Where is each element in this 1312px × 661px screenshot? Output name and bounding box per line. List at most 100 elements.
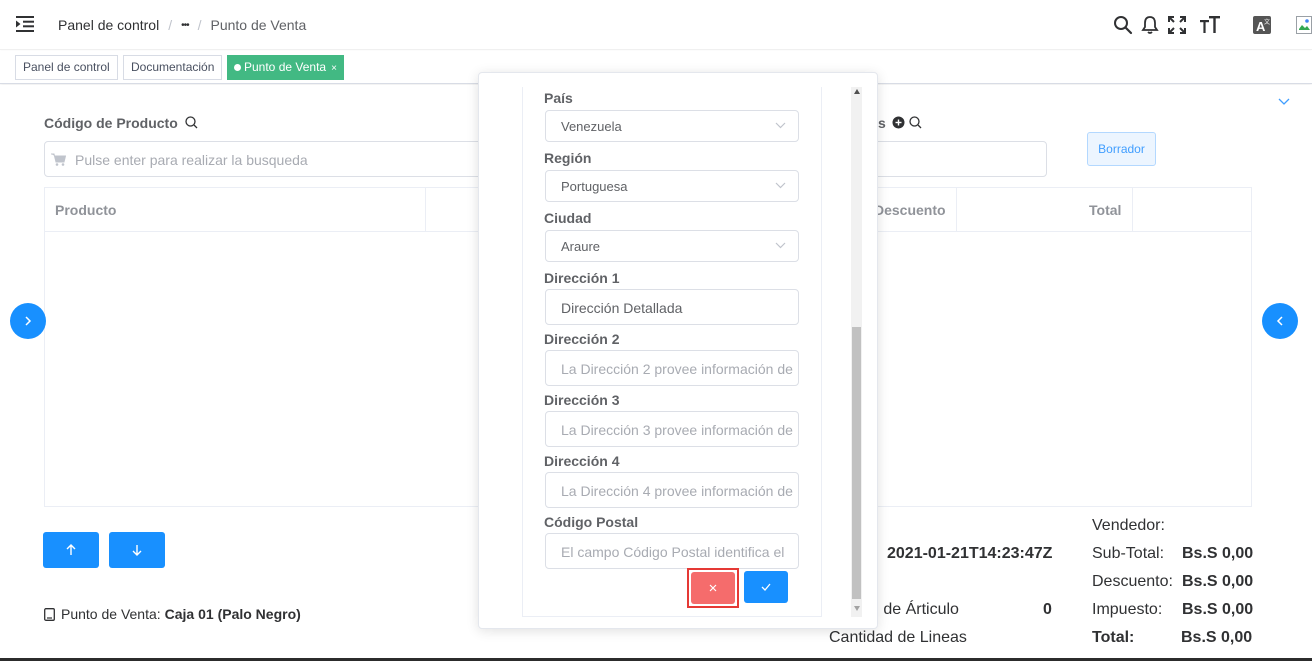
product-code-label: Código de Producto xyxy=(44,115,198,131)
modal-scrollbar[interactable] xyxy=(851,87,862,617)
chevron-down-icon[interactable] xyxy=(1278,98,1290,106)
product-search-input[interactable]: Pulse enter para realizar la busqueda xyxy=(44,141,484,177)
arrow-up-icon xyxy=(66,544,76,555)
address1-label: Dirección 1 xyxy=(544,270,620,286)
tag-punto-de-venta[interactable]: Punto de Venta × xyxy=(227,55,344,80)
translate-icon[interactable]: A文 xyxy=(1250,12,1274,38)
city-value: Araure xyxy=(561,239,601,254)
tag-label: Documentación xyxy=(131,60,215,74)
tag-label: Panel de control xyxy=(23,60,110,74)
address3-label: Dirección 3 xyxy=(544,392,620,408)
address2-input[interactable]: La Dirección 2 provee información de xyxy=(545,350,799,386)
total-label: Total: xyxy=(1092,629,1135,646)
add-circle-icon[interactable] xyxy=(892,116,905,129)
scroll-up-arrow-icon[interactable] xyxy=(854,89,860,94)
address3-placeholder: La Dirección 3 provee información de xyxy=(561,422,793,438)
breadcrumb-current: Punto de Venta xyxy=(210,17,307,33)
discount-label: Descuento: xyxy=(1092,573,1173,590)
chevron-right-icon xyxy=(25,316,32,326)
customer-label-text: s xyxy=(878,115,886,131)
close-icon xyxy=(709,584,717,592)
region-value: Portuguesa xyxy=(561,179,628,194)
address3-input[interactable]: La Dirección 3 provee información de xyxy=(545,411,799,447)
breadcrumb-home[interactable]: Panel de control xyxy=(58,17,159,33)
check-icon xyxy=(761,583,771,591)
product-search-placeholder: Pulse enter para realizar la busqueda xyxy=(75,152,308,168)
lines-quantity-label: Cantidad de Lineas xyxy=(829,629,967,646)
tag-documentacion[interactable]: Documentación xyxy=(123,55,223,80)
postal-code-input[interactable]: El campo Código Postal identifica el xyxy=(545,533,799,569)
column-header-total: Total xyxy=(1089,202,1122,218)
confirm-button[interactable] xyxy=(744,571,788,603)
fullscreen-icon[interactable] xyxy=(1165,12,1189,38)
arrow-down-icon xyxy=(132,545,142,556)
breadcrumb-ellipsis[interactable]: ••• xyxy=(181,20,189,31)
move-down-button[interactable] xyxy=(109,532,165,568)
chevron-left-icon xyxy=(1276,316,1283,326)
move-up-button[interactable] xyxy=(43,532,99,568)
pos-terminal-info: Punto de Venta: Caja 01 (Palo Negro) xyxy=(44,606,301,622)
cart-icon xyxy=(51,153,66,166)
subtotal-value: Bs.S 0,00 xyxy=(1182,545,1254,562)
item-quantity-value: 0 xyxy=(1043,601,1052,618)
close-icon[interactable]: × xyxy=(331,63,337,74)
customer-label: s xyxy=(878,115,922,131)
region-label: Región xyxy=(544,150,592,166)
svg-text:文: 文 xyxy=(1264,18,1270,26)
pos-value: Caja 01 (Palo Negro) xyxy=(164,606,301,622)
product-code-label-text: Código de Producto xyxy=(44,115,178,131)
address4-placeholder: La Dirección 4 provee información de xyxy=(561,483,793,499)
order-timestamp: 2021-01-21T14:23:47Z xyxy=(887,545,1053,562)
item-quantity-label: d de Árticulo xyxy=(870,601,959,618)
cancel-button[interactable] xyxy=(691,572,735,604)
total-value: Bs.S 0,00 xyxy=(1181,629,1253,646)
country-select[interactable]: Venezuela xyxy=(545,110,799,142)
seller-label: Vendedor: xyxy=(1092,517,1165,534)
address4-input[interactable]: La Dirección 4 provee información de xyxy=(545,472,799,508)
address2-placeholder: La Dirección 2 provee información de xyxy=(561,361,793,377)
bell-icon[interactable] xyxy=(1138,12,1162,38)
search-icon[interactable] xyxy=(185,116,198,129)
tax-label: Impuesto: xyxy=(1092,601,1163,618)
chevron-down-icon xyxy=(775,242,786,249)
country-value: Venezuela xyxy=(561,119,622,134)
address1-value: Dirección Detallada xyxy=(561,300,683,316)
breadcrumb-separator: / xyxy=(168,17,173,33)
cancel-button-highlight xyxy=(687,568,739,608)
tablet-icon xyxy=(44,607,55,621)
draft-button[interactable]: Borrador xyxy=(1087,132,1156,166)
column-header-product: Producto xyxy=(55,202,117,218)
discount-value: Bs.S 0,00 xyxy=(1182,573,1254,590)
expand-left-panel-button[interactable] xyxy=(10,303,46,339)
address4-label: Dirección 4 xyxy=(544,453,620,469)
scroll-thumb[interactable] xyxy=(852,327,861,599)
text-size-icon[interactable] xyxy=(1198,12,1222,38)
country-label: País xyxy=(544,90,573,106)
scroll-down-arrow-icon[interactable] xyxy=(854,606,860,611)
region-select[interactable]: Portuguesa xyxy=(545,170,799,202)
address1-input[interactable]: Dirección Detallada xyxy=(545,289,799,325)
city-label: Ciudad xyxy=(544,210,592,226)
top-navbar: Panel de control / ••• / Punto de Venta … xyxy=(0,0,1312,50)
chevron-down-icon xyxy=(775,182,786,189)
breadcrumb-separator: / xyxy=(197,17,202,33)
hamburger-icon[interactable] xyxy=(16,16,34,32)
search-icon[interactable] xyxy=(1111,12,1135,38)
column-header-discount: Descuento xyxy=(874,202,946,218)
address-popover: País Venezuela Región Portuguesa Ciudad … xyxy=(478,72,878,629)
breadcrumb: Panel de control / ••• / Punto de Venta xyxy=(58,17,306,33)
subtotal-label: Sub-Total: xyxy=(1092,545,1165,562)
tag-label: Punto de Venta xyxy=(244,60,327,74)
postal-code-placeholder: El campo Código Postal identifica el xyxy=(561,544,785,560)
postal-code-label: Código Postal xyxy=(544,514,639,530)
active-dot-icon xyxy=(234,64,241,71)
pos-label: Punto de Venta: xyxy=(61,606,161,622)
customer-input[interactable] xyxy=(860,141,1047,177)
tag-panel-de-control[interactable]: Panel de control xyxy=(15,55,118,80)
expand-right-panel-button[interactable] xyxy=(1262,303,1298,339)
search-icon[interactable] xyxy=(908,116,922,129)
city-select[interactable]: Araure xyxy=(545,230,799,262)
tax-value: Bs.S 0,00 xyxy=(1182,601,1254,618)
avatar-image[interactable] xyxy=(1292,12,1312,38)
chevron-down-icon xyxy=(775,122,786,129)
